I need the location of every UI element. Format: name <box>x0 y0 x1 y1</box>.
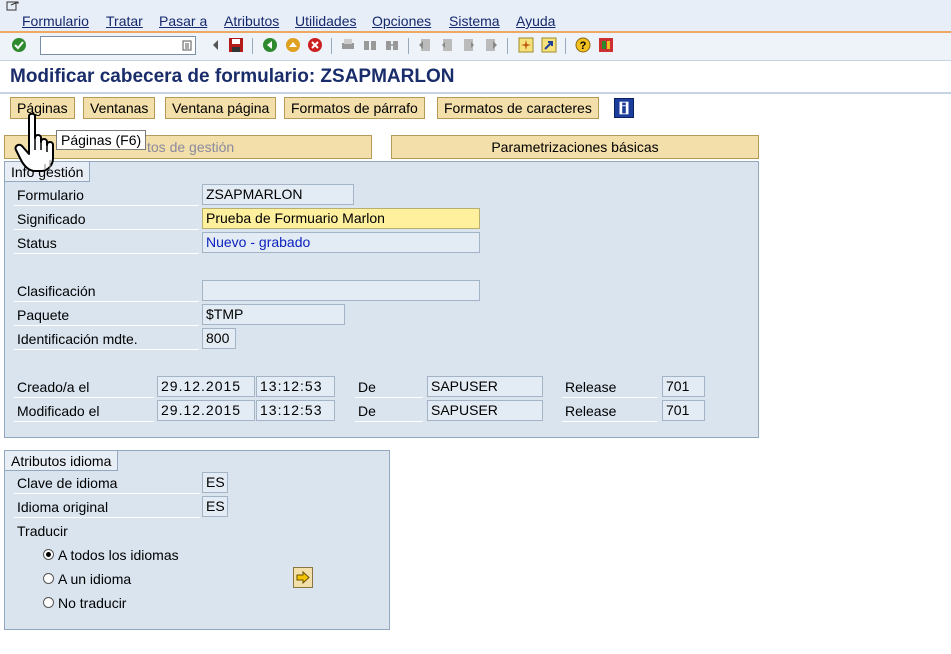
customize-layout-icon[interactable] <box>598 37 614 53</box>
exit-icon[interactable] <box>285 37 301 53</box>
creado-release-field: 701 <box>662 376 705 397</box>
menu-atributos[interactable]: Atributos <box>224 13 279 29</box>
ventanas-button[interactable]: Ventanas <box>83 97 156 119</box>
find-next-icon[interactable] <box>384 37 400 53</box>
creado-hora-field: 13:12:53 <box>256 376 335 397</box>
idioma-original-field: ES <box>202 496 228 517</box>
hand-cursor-icon <box>14 112 54 172</box>
modificado-release-field: 701 <box>662 400 705 421</box>
status-label: Status <box>14 232 199 254</box>
standard-toolbar: ? <box>0 33 951 61</box>
paquete-label: Paquete <box>14 304 199 326</box>
clasificacion-field <box>202 280 480 301</box>
formatos-parrafo-button[interactable]: Formatos de párrafo <box>284 97 425 119</box>
help-icon[interactable]: ? <box>575 37 591 53</box>
creado-release-label: Release <box>562 376 658 398</box>
modificado-label: Modificado el <box>14 400 154 422</box>
command-field[interactable] <box>40 36 196 55</box>
last-page-icon[interactable] <box>483 37 499 53</box>
tab-parametrizaciones-basicas[interactable]: Parametrizaciones básicas <box>391 135 759 159</box>
formatos-caracteres-button[interactable]: Formatos de caracteres <box>437 97 599 119</box>
radio-no-traducir-label: No traducir <box>58 595 127 611</box>
menu-sistema[interactable]: Sistema <box>449 13 500 29</box>
system-menu-icon[interactable] <box>6 1 19 12</box>
identificacion-label: Identificación mdte. <box>14 328 199 350</box>
menu-bar: Formulario Tratar Pasar a Atributos Util… <box>0 0 951 33</box>
menu-ayuda[interactable]: Ayuda <box>516 13 555 29</box>
clasificacion-label: Clasificación <box>14 280 199 302</box>
menu-formulario[interactable]: Formulario <box>22 13 89 29</box>
idioma-original-label: Idioma original <box>14 496 200 518</box>
clave-idioma-field: ES <box>202 472 228 493</box>
modificado-hora-field: 13:12:53 <box>256 400 335 421</box>
svg-text:?: ? <box>580 40 587 52</box>
page-title: Modificar cabecera de formulario: ZSAPMA… <box>10 66 455 87</box>
enter-icon[interactable] <box>11 37 27 53</box>
cancel-icon[interactable] <box>307 37 323 53</box>
status-field: Nuevo - grabado <box>202 232 480 253</box>
radio-un-idioma[interactable] <box>43 573 54 584</box>
back-nav-icon[interactable] <box>208 37 224 53</box>
modificado-user-field: SAPUSER <box>427 400 543 421</box>
radio-todos-idiomas-label: A todos los idiomas <box>58 547 179 563</box>
dropdown-list-icon[interactable] <box>182 40 192 51</box>
formulario-label: Formulario <box>14 184 199 206</box>
creado-fecha-field: 29.12.2015 <box>157 376 255 397</box>
ventana-pagina-button[interactable]: Ventana página <box>165 97 277 119</box>
traducir-label: Traducir <box>17 523 68 539</box>
significado-label: Significado <box>14 208 199 230</box>
significado-input[interactable]: Prueba de Formuario Marlon <box>202 208 480 229</box>
radio-todos-idiomas[interactable] <box>43 549 54 560</box>
radio-un-idioma-label: A un idioma <box>58 571 132 587</box>
info-icon[interactable] <box>614 98 634 118</box>
find-icon[interactable] <box>362 37 378 53</box>
modificado-de-label: De <box>355 400 423 422</box>
menu-pasar-a[interactable]: Pasar a <box>159 13 207 29</box>
save-icon[interactable] <box>228 37 244 53</box>
next-page-icon[interactable] <box>461 37 477 53</box>
creado-user-field: SAPUSER <box>427 376 543 397</box>
creado-label: Creado/a el <box>14 376 154 398</box>
back-icon[interactable] <box>262 37 278 53</box>
menu-tratar[interactable]: Tratar <box>106 13 143 29</box>
menu-utilidades[interactable]: Utilidades <box>295 13 356 29</box>
menu-opciones[interactable]: Opciones <box>372 13 431 29</box>
identificacion-field: 800 <box>202 328 236 349</box>
shortcut-icon[interactable] <box>541 37 557 53</box>
new-session-icon[interactable] <box>518 37 534 53</box>
first-page-icon[interactable] <box>417 37 433 53</box>
group-header: Atributos idioma <box>5 451 119 471</box>
arrow-right-icon[interactable] <box>293 567 313 588</box>
modificado-fecha-field: 29.12.2015 <box>157 400 255 421</box>
paquete-field: $TMP <box>202 304 345 325</box>
radio-no-traducir[interactable] <box>43 597 54 608</box>
clave-idioma-label: Clave de idioma <box>14 472 200 494</box>
prev-page-icon[interactable] <box>439 37 455 53</box>
creado-de-label: De <box>355 376 423 398</box>
tooltip: Páginas (F6) <box>56 130 147 150</box>
title-divider <box>0 92 951 94</box>
print-icon[interactable] <box>340 37 356 53</box>
formulario-field: ZSAPMARLON <box>202 184 354 205</box>
modificado-release-label: Release <box>562 400 658 422</box>
